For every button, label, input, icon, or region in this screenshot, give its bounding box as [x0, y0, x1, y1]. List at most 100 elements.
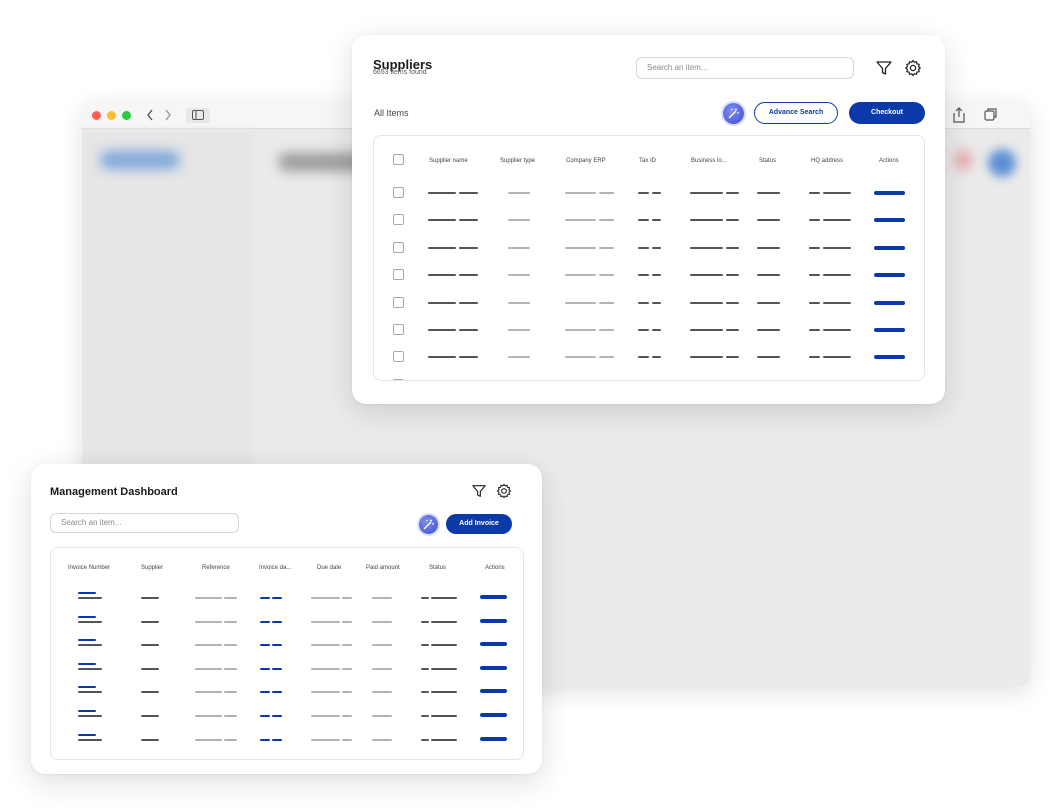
minimize-window-button[interactable]: [107, 111, 116, 120]
placeholder-bar: [638, 192, 649, 194]
row-action-button[interactable]: [480, 689, 507, 694]
placeholder-bar: [372, 620, 392, 623]
placeholder-bar: [342, 667, 352, 670]
sidebar-toggle-button[interactable]: [186, 108, 210, 123]
row-checkbox[interactable]: [393, 296, 404, 308]
table-row[interactable]: [374, 316, 924, 343]
placeholder-bar: [652, 356, 661, 359]
row-action-button[interactable]: [874, 328, 905, 332]
placeholder-bar: [690, 329, 723, 331]
placeholder-bar: [508, 356, 530, 359]
column-header[interactable]: Paid amount: [366, 565, 400, 571]
row-action-button[interactable]: [874, 300, 905, 305]
advance-search-button[interactable]: Advance Search: [754, 102, 838, 124]
table-row[interactable]: [374, 371, 924, 380]
search-input[interactable]: Search an item...: [50, 513, 239, 533]
column-header[interactable]: Supplier type: [500, 158, 535, 164]
table-row[interactable]: [374, 261, 924, 288]
column-header[interactable]: Reference: [202, 565, 230, 571]
row-action-button[interactable]: [480, 713, 507, 717]
placeholder-bar: [431, 691, 457, 694]
column-header[interactable]: Invoice Number: [68, 565, 110, 571]
placeholder-bar: [78, 644, 102, 647]
column-header[interactable]: Actions: [879, 158, 899, 164]
search-input[interactable]: Search an item...: [636, 57, 854, 79]
row-action-button[interactable]: [480, 618, 507, 623]
row-checkbox[interactable]: [393, 269, 404, 281]
select-all-checkbox[interactable]: [393, 154, 404, 165]
tabs-overview-button[interactable]: [984, 107, 1000, 123]
row-action-button[interactable]: [874, 355, 905, 360]
placeholder-bar: [599, 274, 614, 277]
ai-assist-button[interactable]: [723, 103, 744, 124]
table-row[interactable]: [374, 343, 924, 370]
table-row[interactable]: [51, 730, 523, 752]
row-action-button[interactable]: [874, 218, 905, 223]
placeholder-bar: [652, 246, 661, 249]
column-header[interactable]: Actions: [485, 565, 505, 571]
close-window-button[interactable]: [92, 111, 101, 120]
row-checkbox[interactable]: [393, 324, 404, 335]
add-invoice-button[interactable]: Add Invoice: [446, 514, 512, 534]
placeholder-bar: [260, 738, 270, 741]
placeholder-bar: [78, 667, 102, 670]
column-header[interactable]: Invoice da...: [259, 565, 291, 571]
column-header[interactable]: Supplier: [141, 565, 163, 571]
back-button[interactable]: [142, 106, 158, 124]
row-action-button[interactable]: [480, 736, 507, 741]
column-header[interactable]: Business lo...: [691, 158, 727, 164]
placeholder-bar: [757, 329, 780, 331]
column-header[interactable]: Status: [759, 158, 776, 164]
row-checkbox[interactable]: [393, 214, 404, 226]
row-checkbox[interactable]: [393, 378, 404, 380]
row-action-button[interactable]: [480, 665, 507, 670]
settings-button[interactable]: [496, 483, 514, 501]
table-row[interactable]: [51, 588, 523, 610]
settings-button[interactable]: [904, 59, 922, 77]
placeholder-bar: [690, 219, 723, 222]
table-row[interactable]: [374, 179, 924, 206]
table-row[interactable]: [374, 234, 924, 261]
table-row[interactable]: [51, 659, 523, 681]
column-header[interactable]: Tax ID: [639, 158, 656, 164]
placeholder-bar: [726, 274, 739, 277]
row-checkbox[interactable]: [393, 187, 404, 198]
placeholder-bar: [311, 667, 340, 670]
row-action-button[interactable]: [480, 642, 507, 647]
row-action-button[interactable]: [874, 273, 905, 278]
table-row[interactable]: [374, 289, 924, 316]
table-row[interactable]: [51, 612, 523, 634]
row-checkbox[interactable]: [393, 351, 404, 363]
placeholder-bar: [342, 644, 352, 647]
checkout-button[interactable]: Checkout: [849, 102, 925, 124]
row-action-button[interactable]: [874, 191, 905, 195]
ai-assist-button[interactable]: [419, 515, 438, 534]
placeholder-bar: [638, 356, 649, 359]
row-action-button[interactable]: [874, 245, 905, 250]
forward-button[interactable]: [160, 106, 176, 124]
row-checkbox[interactable]: [393, 241, 404, 253]
maximize-window-button[interactable]: [122, 111, 131, 120]
column-header[interactable]: HQ address: [811, 158, 843, 164]
column-header[interactable]: Status: [429, 565, 446, 571]
filter-button[interactable]: [471, 483, 489, 501]
table-row[interactable]: [374, 206, 924, 233]
row-action-button[interactable]: [480, 595, 507, 599]
placeholder-bar: [224, 738, 237, 741]
management-dashboard-panel: Management Dashboard Search an item... A…: [31, 464, 542, 774]
placeholder-bar: [272, 597, 282, 599]
column-header[interactable]: Due date: [317, 565, 341, 571]
blurred-avatar: [988, 149, 1016, 177]
table-row[interactable]: [51, 682, 523, 704]
column-header[interactable]: Company ERP: [566, 158, 606, 164]
column-header[interactable]: Supplier name: [429, 158, 468, 164]
placeholder-bar: [757, 356, 780, 359]
table-row[interactable]: [51, 706, 523, 728]
placeholder-bar: [260, 644, 270, 647]
filter-button[interactable]: [875, 59, 893, 77]
placeholder-bar: [372, 691, 392, 694]
blurred-logo: [100, 151, 180, 169]
share-button[interactable]: [952, 107, 968, 123]
table-row[interactable]: [51, 635, 523, 657]
placeholder-bar: [141, 691, 159, 694]
